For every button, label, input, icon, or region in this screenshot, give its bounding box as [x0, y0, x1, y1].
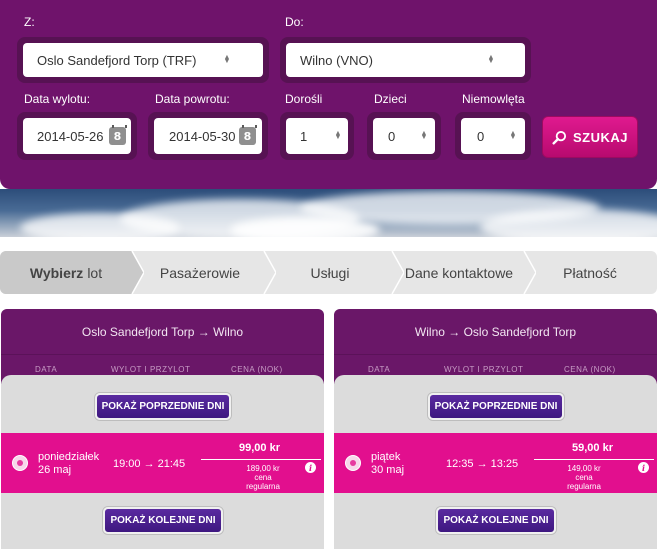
calendar-icon[interactable]: 8	[109, 125, 127, 145]
flight-option-row[interactable]: poniedziałek 26 maj 19:00 → 21:45 99,00 …	[1, 433, 324, 493]
show-next-days-button[interactable]: POKAŻ KOLEJNE DNI	[436, 507, 556, 534]
from-select-value: Oslo Sandefjord Torp (TRF)	[37, 52, 197, 68]
children-select[interactable]: 0 ▲ ▼	[373, 118, 435, 154]
search-button[interactable]: SZUKAJ	[542, 116, 638, 158]
depart-label: Data wylotu:	[24, 92, 91, 106]
flight-times: 12:35 → 13:25	[446, 458, 519, 470]
column-times: WYLOT I PRZYLOT	[111, 365, 191, 374]
price-divider	[534, 459, 654, 460]
to-label: Do:	[285, 15, 304, 29]
children-select-value: 0	[388, 128, 396, 144]
column-price: CENA (NOK)	[231, 365, 283, 374]
radio-icon[interactable]	[12, 455, 28, 471]
return-label: Data powrotu:	[155, 92, 230, 106]
show-previous-days-button[interactable]: POKAŻ POPRZEDNIE DNI	[95, 393, 231, 420]
search-button-label: SZUKAJ	[572, 129, 628, 145]
adults-label: Dorośli	[285, 92, 323, 106]
flight-option-row[interactable]: piątek 30 maj 12:35 → 13:25 59,00 kr 149…	[334, 433, 657, 493]
outbound-route-title: Oslo Sandefjord Torp → Wilno	[1, 309, 324, 354]
step-services[interactable]: Usługi	[270, 251, 390, 294]
column-price: CENA (NOK)	[564, 365, 616, 374]
column-date: DATA	[368, 365, 391, 374]
updown-arrows-icon: ▲ ▼	[487, 54, 495, 65]
regular-price: 149,00 kr cena regularna	[567, 464, 601, 491]
sky-banner	[0, 189, 657, 237]
price-divider	[201, 459, 321, 460]
search-panel: Z: Do: Oslo Sandefjord Torp (TRF) ▲ ▼ Wil…	[0, 0, 657, 189]
return-date-value: 2014-05-30	[169, 128, 236, 144]
info-icon[interactable]: i	[305, 462, 316, 473]
flight-weekday: poniedziałek	[38, 451, 100, 463]
flight-times: 19:00 → 21:45	[113, 458, 186, 470]
step-payment[interactable]: Płatność	[530, 251, 650, 294]
depart-date-field[interactable]: 2014-05-26 8	[23, 118, 131, 154]
regular-price: 189,00 kr cena regularna	[246, 464, 280, 491]
column-date: DATA	[35, 365, 58, 374]
booking-steps: Wybierz lot Pasażerowie Usługi Dane konta…	[0, 251, 657, 294]
infants-select[interactable]: 0 ▲ ▼	[461, 118, 525, 154]
flight-day: piątek 30 maj	[371, 451, 404, 477]
show-previous-days-button[interactable]: POKAŻ POPRZEDNIE DNI	[428, 393, 564, 420]
return-flights-panel: Wilno → Oslo Sandefjord Torp DATA WYLOT …	[334, 309, 657, 549]
show-next-days-button[interactable]: POKAŻ KOLEJNE DNI	[103, 507, 223, 534]
step-select-flight[interactable]: Wybierz lot	[0, 251, 132, 294]
radio-icon[interactable]	[345, 455, 361, 471]
updown-arrows-icon: ▲ ▼	[420, 130, 428, 141]
outbound-flights-panel: Oslo Sandefjord Torp → Wilno DATA WYLOT …	[1, 309, 324, 549]
flight-date: 26 maj	[38, 464, 72, 476]
step-contact[interactable]: Dane kontaktowe	[398, 251, 520, 294]
updown-arrows-icon: ▲ ▼	[509, 130, 517, 141]
return-date-field[interactable]: 2014-05-30 8	[154, 118, 262, 154]
calendar-icon[interactable]: 8	[239, 125, 257, 145]
updown-arrows-icon: ▲ ▼	[223, 54, 231, 65]
adults-select[interactable]: 1 ▲ ▼	[286, 118, 348, 154]
adults-select-value: 1	[300, 128, 308, 144]
infants-label: Niemowlęta	[462, 92, 525, 106]
infants-select-value: 0	[477, 128, 485, 144]
flight-day: poniedziałek 26 maj	[38, 451, 99, 477]
step-passengers[interactable]: Pasażerowie	[140, 251, 260, 294]
flight-weekday: piątek	[371, 451, 401, 463]
flight-price: 99,00 kr	[239, 442, 280, 454]
updown-arrows-icon: ▲ ▼	[334, 130, 342, 141]
to-select-value: Wilno (VNO)	[300, 52, 373, 68]
flight-price: 59,00 kr	[572, 442, 613, 454]
flight-date: 30 maj	[371, 464, 405, 476]
to-select[interactable]: Wilno (VNO) ▲ ▼	[286, 43, 525, 77]
children-label: Dzieci	[374, 92, 407, 106]
from-label: Z:	[24, 15, 35, 29]
column-times: WYLOT I PRZYLOT	[444, 365, 524, 374]
depart-date-value: 2014-05-26	[37, 128, 104, 144]
magnifier-icon	[552, 130, 567, 145]
from-select[interactable]: Oslo Sandefjord Torp (TRF) ▲ ▼	[23, 43, 263, 77]
info-icon[interactable]: i	[638, 462, 649, 473]
return-route-title: Wilno → Oslo Sandefjord Torp	[334, 309, 657, 354]
